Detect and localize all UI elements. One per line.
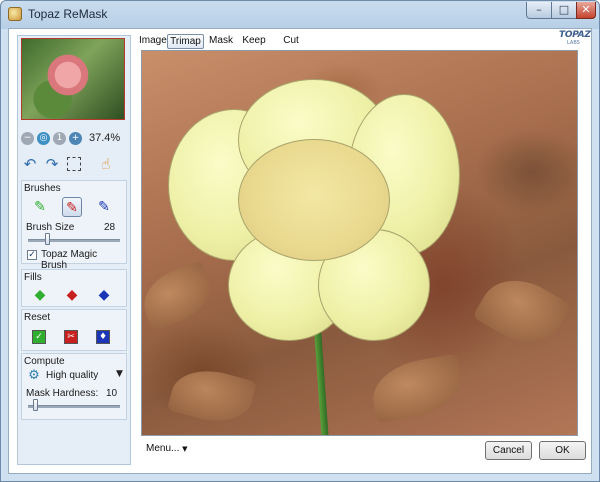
hand-icon[interactable]: ☝ (97, 155, 115, 173)
brushes-title: Brushes (24, 183, 61, 194)
navigator-thumbnail[interactable] (21, 38, 125, 120)
brush-size-label: Brush Size (26, 222, 75, 233)
cut-fill-icon[interactable]: ◆ (62, 285, 82, 305)
window-title: Topaz ReMask (28, 7, 108, 21)
tab-cut[interactable]: Cut (281, 34, 301, 49)
compute-title: Compute (24, 356, 65, 367)
chevron-down-icon: ▼ (182, 445, 188, 453)
app-logo-icon (8, 7, 22, 21)
rose-keep-region (168, 79, 468, 349)
redo-icon[interactable]: ↷ (43, 155, 61, 173)
keep-fill-icon[interactable]: ◆ (30, 285, 50, 305)
tab-keep[interactable]: Keep (242, 34, 266, 49)
mask-hardness-value: 10 (106, 388, 118, 399)
minimize-button[interactable]: – (526, 2, 552, 19)
brush-size-slider-handle[interactable] (45, 233, 50, 245)
maximize-button[interactable]: □ (551, 2, 577, 19)
topaz-logo: TOPAZ LABS (557, 30, 591, 50)
tool-row: ↶ ↷ ☝ (21, 155, 127, 175)
chevron-down-icon: ▼ (116, 369, 123, 379)
brush-size-slider[interactable] (28, 239, 120, 242)
zoom-fit-icon[interactable]: ◎ (37, 132, 50, 145)
magic-brush-label: Topaz Magic Brush (41, 249, 98, 271)
tab-image[interactable]: Image (139, 34, 167, 49)
zoom-in-icon[interactable]: + (69, 132, 82, 145)
quality-value: High quality (46, 370, 99, 381)
leaf-shape (367, 353, 467, 424)
quality-select[interactable]: ⚙ High quality ▼ (24, 367, 126, 385)
zoom-actual-icon[interactable]: 1 (53, 132, 66, 145)
leaf-shape (472, 265, 572, 357)
close-button[interactable]: ✕ (576, 2, 596, 19)
mask-hardness-slider[interactable] (28, 405, 120, 408)
reset-compute-button[interactable]: ♦ (96, 330, 110, 344)
image-canvas[interactable] (141, 50, 578, 436)
reset-keep-button[interactable]: ✓ (32, 330, 46, 344)
undo-icon[interactable]: ↶ (21, 155, 39, 173)
menu-label: Menu... (146, 443, 180, 454)
rose-center (238, 139, 390, 261)
brush-size-value: 28 (104, 222, 116, 233)
mask-hardness-slider-handle[interactable] (33, 399, 38, 411)
leaf-shape (166, 361, 258, 431)
menu-button[interactable]: Menu... ▼ (146, 443, 188, 454)
gears-icon: ⚙ (28, 368, 40, 383)
fills-group: Fills ◆ ◆ ◆ (21, 269, 127, 307)
tab-trimap[interactable]: Trimap (167, 34, 204, 49)
logo-text: TOPAZ (559, 30, 591, 40)
client-area: − ◎ 1 + 37.4% ↶ ↷ ☝ Brushes ✎ ✎ ✎ Brush … (8, 28, 592, 474)
zoom-out-icon[interactable]: − (21, 132, 34, 145)
ok-button[interactable]: OK (539, 441, 586, 460)
logo-subtext: LABS (567, 40, 580, 46)
left-panel: − ◎ 1 + 37.4% ↶ ↷ ☝ Brushes ✎ ✎ ✎ Brush … (17, 35, 131, 465)
reset-group: Reset ✓ ✂ ♦ (21, 309, 127, 351)
reset-cut-button[interactable]: ✂ (64, 330, 78, 344)
compute-fill-icon[interactable]: ◆ (94, 285, 114, 305)
tab-mask[interactable]: Mask (209, 34, 233, 49)
title-bar[interactable]: Topaz ReMask – □ ✕ (1, 1, 599, 28)
zoom-percentage: 37.4% (89, 132, 121, 144)
magic-brush-checkbox[interactable]: ✓ (27, 250, 37, 260)
fills-title: Fills (24, 272, 42, 283)
keep-brush-icon[interactable]: ✎ (30, 197, 50, 217)
reset-title: Reset (24, 312, 51, 323)
cancel-button[interactable]: Cancel (485, 441, 532, 460)
brushes-group: Brushes ✎ ✎ ✎ Brush Size 28 ✓ Topaz Magi… (21, 180, 127, 271)
zoom-controls: − ◎ 1 + 37.4% (21, 131, 127, 147)
selection-icon[interactable] (67, 157, 81, 171)
compute-group: Compute ⚙ High quality ▼ Mask Hardness: … (21, 353, 127, 420)
compute-brush-icon[interactable]: ✎ (94, 197, 114, 217)
app-window: Topaz ReMask – □ ✕ − ◎ 1 + 37.4% ↶ ↷ ☝ B… (0, 0, 600, 482)
mask-hardness-label: Mask Hardness: (26, 388, 99, 399)
cut-brush-icon[interactable]: ✎ (62, 197, 82, 217)
